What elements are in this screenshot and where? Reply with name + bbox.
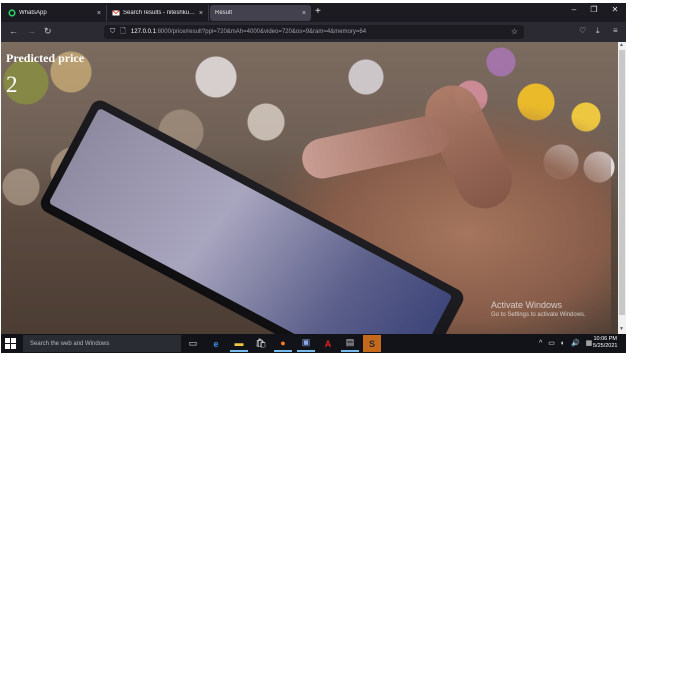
remote-desktop-icon[interactable]: ▣ [297, 335, 315, 352]
close-icon[interactable]: × [199, 10, 203, 17]
menu-icon[interactable]: ≡ [613, 26, 618, 35]
acrobat-icon[interactable]: A [319, 335, 337, 352]
url-host: 127.0.0.1 [130, 29, 156, 35]
taskbar-clock[interactable]: 10:06 PM 5/25/2021 [593, 336, 617, 350]
windows-start-icon[interactable] [5, 338, 17, 350]
predicted-price-heading: Predicted price [6, 51, 85, 65]
tab-label: Result [215, 10, 233, 16]
download-icon[interactable]: ⤓ [596, 26, 600, 36]
tab-label: WhatsApp [19, 10, 47, 16]
shield-icon[interactable]: ⛉ [110, 28, 115, 36]
tab-strip: WhatsApp × Search results - niteshkumar@… [1, 3, 626, 22]
activate-windows-watermark: Activate Windows Go to Settings to activ… [491, 300, 586, 318]
close-window-button[interactable]: ✕ [606, 5, 624, 14]
tab-gmail[interactable]: Search results - niteshkumar@... × [107, 5, 209, 21]
file-explorer-icon[interactable]: ▬ [230, 335, 248, 352]
tab-result[interactable]: Result × [210, 5, 311, 21]
watermark-title: Activate Windows [491, 300, 563, 310]
screen: WhatsApp × Search results - niteshkumar@… [1, 3, 626, 353]
whatsapp-icon [8, 9, 16, 17]
page-icon: 🗋 [120, 27, 126, 35]
forward-button[interactable]: → [27, 26, 36, 36]
gmail-icon [112, 9, 120, 17]
windows-taskbar: Search the web and Windows ▭ e ▬ 🛍 ● ▣ A… [1, 334, 626, 353]
restore-button[interactable]: ❐ [585, 5, 603, 14]
task-view-icon[interactable]: ▭ [184, 335, 202, 352]
system-tray-icons[interactable]: ^ ▭ ◐ 🔊 ▦ [539, 339, 594, 347]
clock-time: 10:06 PM [593, 336, 617, 342]
back-button[interactable]: ← [9, 26, 18, 36]
watermark-subtitle: Go to Settings to activate Windows. [491, 312, 586, 318]
bookmark-star-icon[interactable]: ☆ [511, 27, 518, 36]
url-bar[interactable]: ⛉ 🗋 127.0.0.1:8000/price/result?ppi=720&… [104, 25, 524, 39]
page-content: Predicted price 2 Activate Windows Go to… [1, 42, 618, 334]
close-icon[interactable]: × [302, 10, 306, 17]
sublime-icon[interactable]: S [363, 335, 381, 352]
reload-button[interactable]: ↻ [44, 26, 52, 37]
edge-icon[interactable]: e [207, 335, 225, 352]
close-icon[interactable]: × [97, 10, 101, 17]
firefox-icon[interactable]: ● [274, 335, 292, 352]
terminal-icon[interactable]: ▤ [341, 335, 359, 352]
tab-whatsapp[interactable]: WhatsApp × [3, 5, 107, 21]
new-tab-button[interactable]: + [315, 6, 321, 17]
scroll-down-icon[interactable]: ▼ [619, 326, 624, 332]
scroll-up-icon[interactable]: ▲ [619, 42, 624, 48]
scroll-thumb[interactable] [619, 50, 625, 315]
minimize-button[interactable]: – [565, 5, 583, 14]
tab-label: Search results - niteshkumar@... [123, 10, 196, 16]
pocket-icon[interactable]: ♡ [579, 26, 586, 35]
url-path: :8000/price/result?ppi=720&mAh=4000&vide… [155, 29, 367, 35]
vertical-scrollbar[interactable]: ▲ ▼ [618, 42, 626, 334]
predicted-price-value: 2 [6, 72, 18, 97]
store-icon[interactable]: 🛍 [252, 335, 270, 352]
taskbar-search-input[interactable]: Search the web and Windows [23, 335, 181, 352]
navigation-toolbar: ← → ↻ ⛉ 🗋 127.0.0.1:8000/price/result?pp… [1, 22, 626, 42]
clock-date: 5/25/2021 [593, 343, 618, 349]
